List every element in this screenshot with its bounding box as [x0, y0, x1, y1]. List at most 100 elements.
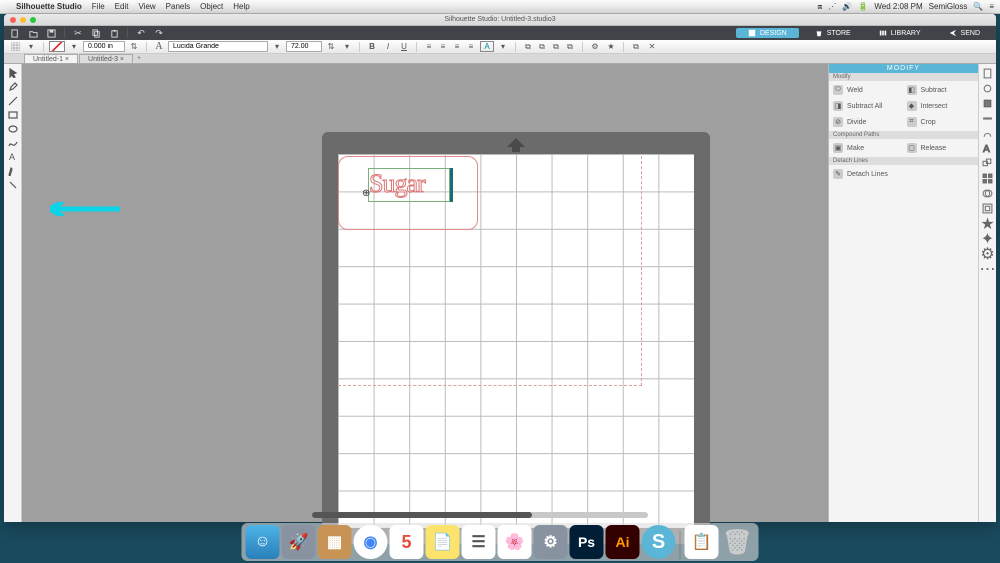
- fill-panel-button[interactable]: [979, 96, 996, 111]
- window-zoom-button[interactable]: [30, 17, 36, 23]
- weld-button[interactable]: ⬭Weld: [831, 83, 903, 97]
- redo-button[interactable]: ↷: [152, 27, 166, 39]
- menu-help[interactable]: Help: [233, 2, 249, 11]
- more-panel-button[interactable]: ⋯: [979, 261, 996, 276]
- font-family-select[interactable]: [168, 41, 268, 52]
- dock-notes[interactable]: 📄: [426, 525, 460, 559]
- line-style-dropdown[interactable]: ▾: [67, 41, 81, 52]
- add-document-button[interactable]: +: [134, 54, 144, 63]
- replicate-button-2[interactable]: ⧉: [535, 41, 549, 52]
- font-size-dropdown[interactable]: ▾: [340, 41, 354, 52]
- text-bounding-box[interactable]: Sugar: [368, 168, 450, 202]
- bold-button[interactable]: B: [365, 41, 379, 52]
- text-tool[interactable]: A: [4, 150, 21, 163]
- align-center-button[interactable]: ≡: [436, 41, 450, 52]
- font-size-input[interactable]: [286, 41, 322, 52]
- font-dropdown[interactable]: ▾: [270, 41, 284, 52]
- new-file-button[interactable]: [8, 27, 22, 39]
- ellipse-tool[interactable]: [4, 122, 21, 135]
- subtract-button[interactable]: ◧Subtract: [905, 83, 977, 97]
- tab-design[interactable]: DESIGN: [736, 28, 799, 38]
- dock-settings[interactable]: ⚙: [534, 525, 568, 559]
- stroke-stepper[interactable]: ⇅: [127, 41, 141, 52]
- dock-reminders[interactable]: ☰: [462, 525, 496, 559]
- fill-swatch[interactable]: ▾: [24, 41, 38, 52]
- dock-photoshop[interactable]: Ps: [570, 525, 604, 559]
- italic-button[interactable]: I: [381, 41, 395, 52]
- divide-button[interactable]: ⊘Divide: [831, 115, 903, 129]
- menubar-wifi-icon[interactable]: ⋰: [828, 2, 836, 11]
- grid-toggle[interactable]: [8, 41, 22, 52]
- line-color-swatch[interactable]: [49, 41, 65, 52]
- replicate-panel-button[interactable]: [979, 171, 996, 186]
- transform-panel-button[interactable]: [979, 156, 996, 171]
- text-color-button[interactable]: A: [480, 41, 494, 52]
- menubar-clock[interactable]: Wed 2:08 PM: [874, 2, 922, 11]
- release-compound-button[interactable]: ▢Release: [905, 141, 977, 155]
- document-tab-inactive[interactable]: Untitled-3 ×: [79, 54, 133, 63]
- copy-button[interactable]: [89, 27, 103, 39]
- window-minimize-button[interactable]: [20, 17, 26, 23]
- menu-edit[interactable]: Edit: [115, 2, 129, 11]
- app-name[interactable]: Silhouette Studio: [16, 2, 82, 11]
- dock-app3[interactable]: ▦: [318, 525, 352, 559]
- cut-button[interactable]: ✂: [71, 27, 85, 39]
- dock-downloads[interactable]: 📋: [685, 525, 719, 559]
- paste-button[interactable]: [107, 27, 121, 39]
- dock-calendar[interactable]: 5: [390, 525, 424, 559]
- canvas-area[interactable]: Sugar ⊕: [22, 64, 828, 522]
- close-panel-button[interactable]: ✕: [645, 41, 659, 52]
- undo-button[interactable]: ↶: [134, 27, 148, 39]
- make-compound-button[interactable]: ▣Make: [831, 141, 903, 155]
- underline-button[interactable]: U: [397, 41, 411, 52]
- menubar-user[interactable]: SemiGloss: [929, 2, 968, 11]
- menu-view[interactable]: View: [138, 2, 155, 11]
- tab-library[interactable]: LIBRARY: [867, 28, 933, 38]
- scroll-thumb[interactable]: [312, 512, 532, 518]
- line-panel-button[interactable]: [979, 111, 996, 126]
- stroke-width-input[interactable]: [83, 41, 125, 52]
- align-right-button[interactable]: ≡: [450, 41, 464, 52]
- page-setup-panel-button[interactable]: [979, 66, 996, 81]
- crop-button[interactable]: ⌗Crop: [905, 115, 977, 129]
- text-object[interactable]: Sugar: [369, 169, 425, 198]
- replicate-button-1[interactable]: ⧉: [521, 41, 535, 52]
- detach-lines-button[interactable]: ✎Detach Lines: [831, 167, 976, 181]
- tab-send[interactable]: SEND: [937, 28, 992, 38]
- text-panel-button[interactable]: A: [979, 141, 996, 156]
- subtract-all-button[interactable]: ◨Subtract All: [831, 99, 903, 113]
- cut-area[interactable]: Sugar ⊕: [338, 154, 694, 528]
- menubar-notifications-icon[interactable]: ≡: [989, 2, 994, 11]
- menu-panels[interactable]: Panels: [166, 2, 190, 11]
- trace-panel-button[interactable]: [979, 126, 996, 141]
- menu-file[interactable]: File: [92, 2, 105, 11]
- dock-photos[interactable]: 🌸: [498, 525, 532, 559]
- preferences-button[interactable]: ⚙: [588, 41, 602, 52]
- document-tab-active[interactable]: Untitled-1 ×: [24, 54, 78, 63]
- edit-points-tool[interactable]: [4, 80, 21, 93]
- menubar-volume-icon[interactable]: 🔊: [842, 2, 852, 11]
- font-size-stepper[interactable]: ⇅: [324, 41, 338, 52]
- text-dropdown[interactable]: ▾: [496, 41, 510, 52]
- horizontal-scrollbar[interactable]: [312, 512, 648, 518]
- window-close-button[interactable]: [10, 17, 16, 23]
- dock-trash[interactable]: 🗑: [721, 525, 755, 559]
- eraser-tool[interactable]: [4, 178, 21, 191]
- draw-note-tool[interactable]: [4, 164, 21, 177]
- modify-panel-button[interactable]: [979, 186, 996, 201]
- dock-chrome[interactable]: ◉: [354, 525, 388, 559]
- replicate-button-4[interactable]: ⧉: [563, 41, 577, 52]
- arrange-button[interactable]: ⧉: [629, 41, 643, 52]
- open-file-button[interactable]: [26, 27, 40, 39]
- align-left-button[interactable]: ≡: [422, 41, 436, 52]
- freehand-tool[interactable]: [4, 136, 21, 149]
- pixscan-panel-button[interactable]: [979, 81, 996, 96]
- intersect-button[interactable]: ◆Intersect: [905, 99, 977, 113]
- tab-store[interactable]: STORE: [803, 28, 863, 38]
- save-button[interactable]: [44, 27, 58, 39]
- menu-object[interactable]: Object: [200, 2, 223, 11]
- menubar-spotlight-icon[interactable]: 🔍: [973, 2, 983, 11]
- menubar-bt-icon[interactable]: ⧈: [817, 2, 822, 12]
- rectangle-tool[interactable]: [4, 108, 21, 121]
- dock-silhouette[interactable]: S: [642, 525, 676, 559]
